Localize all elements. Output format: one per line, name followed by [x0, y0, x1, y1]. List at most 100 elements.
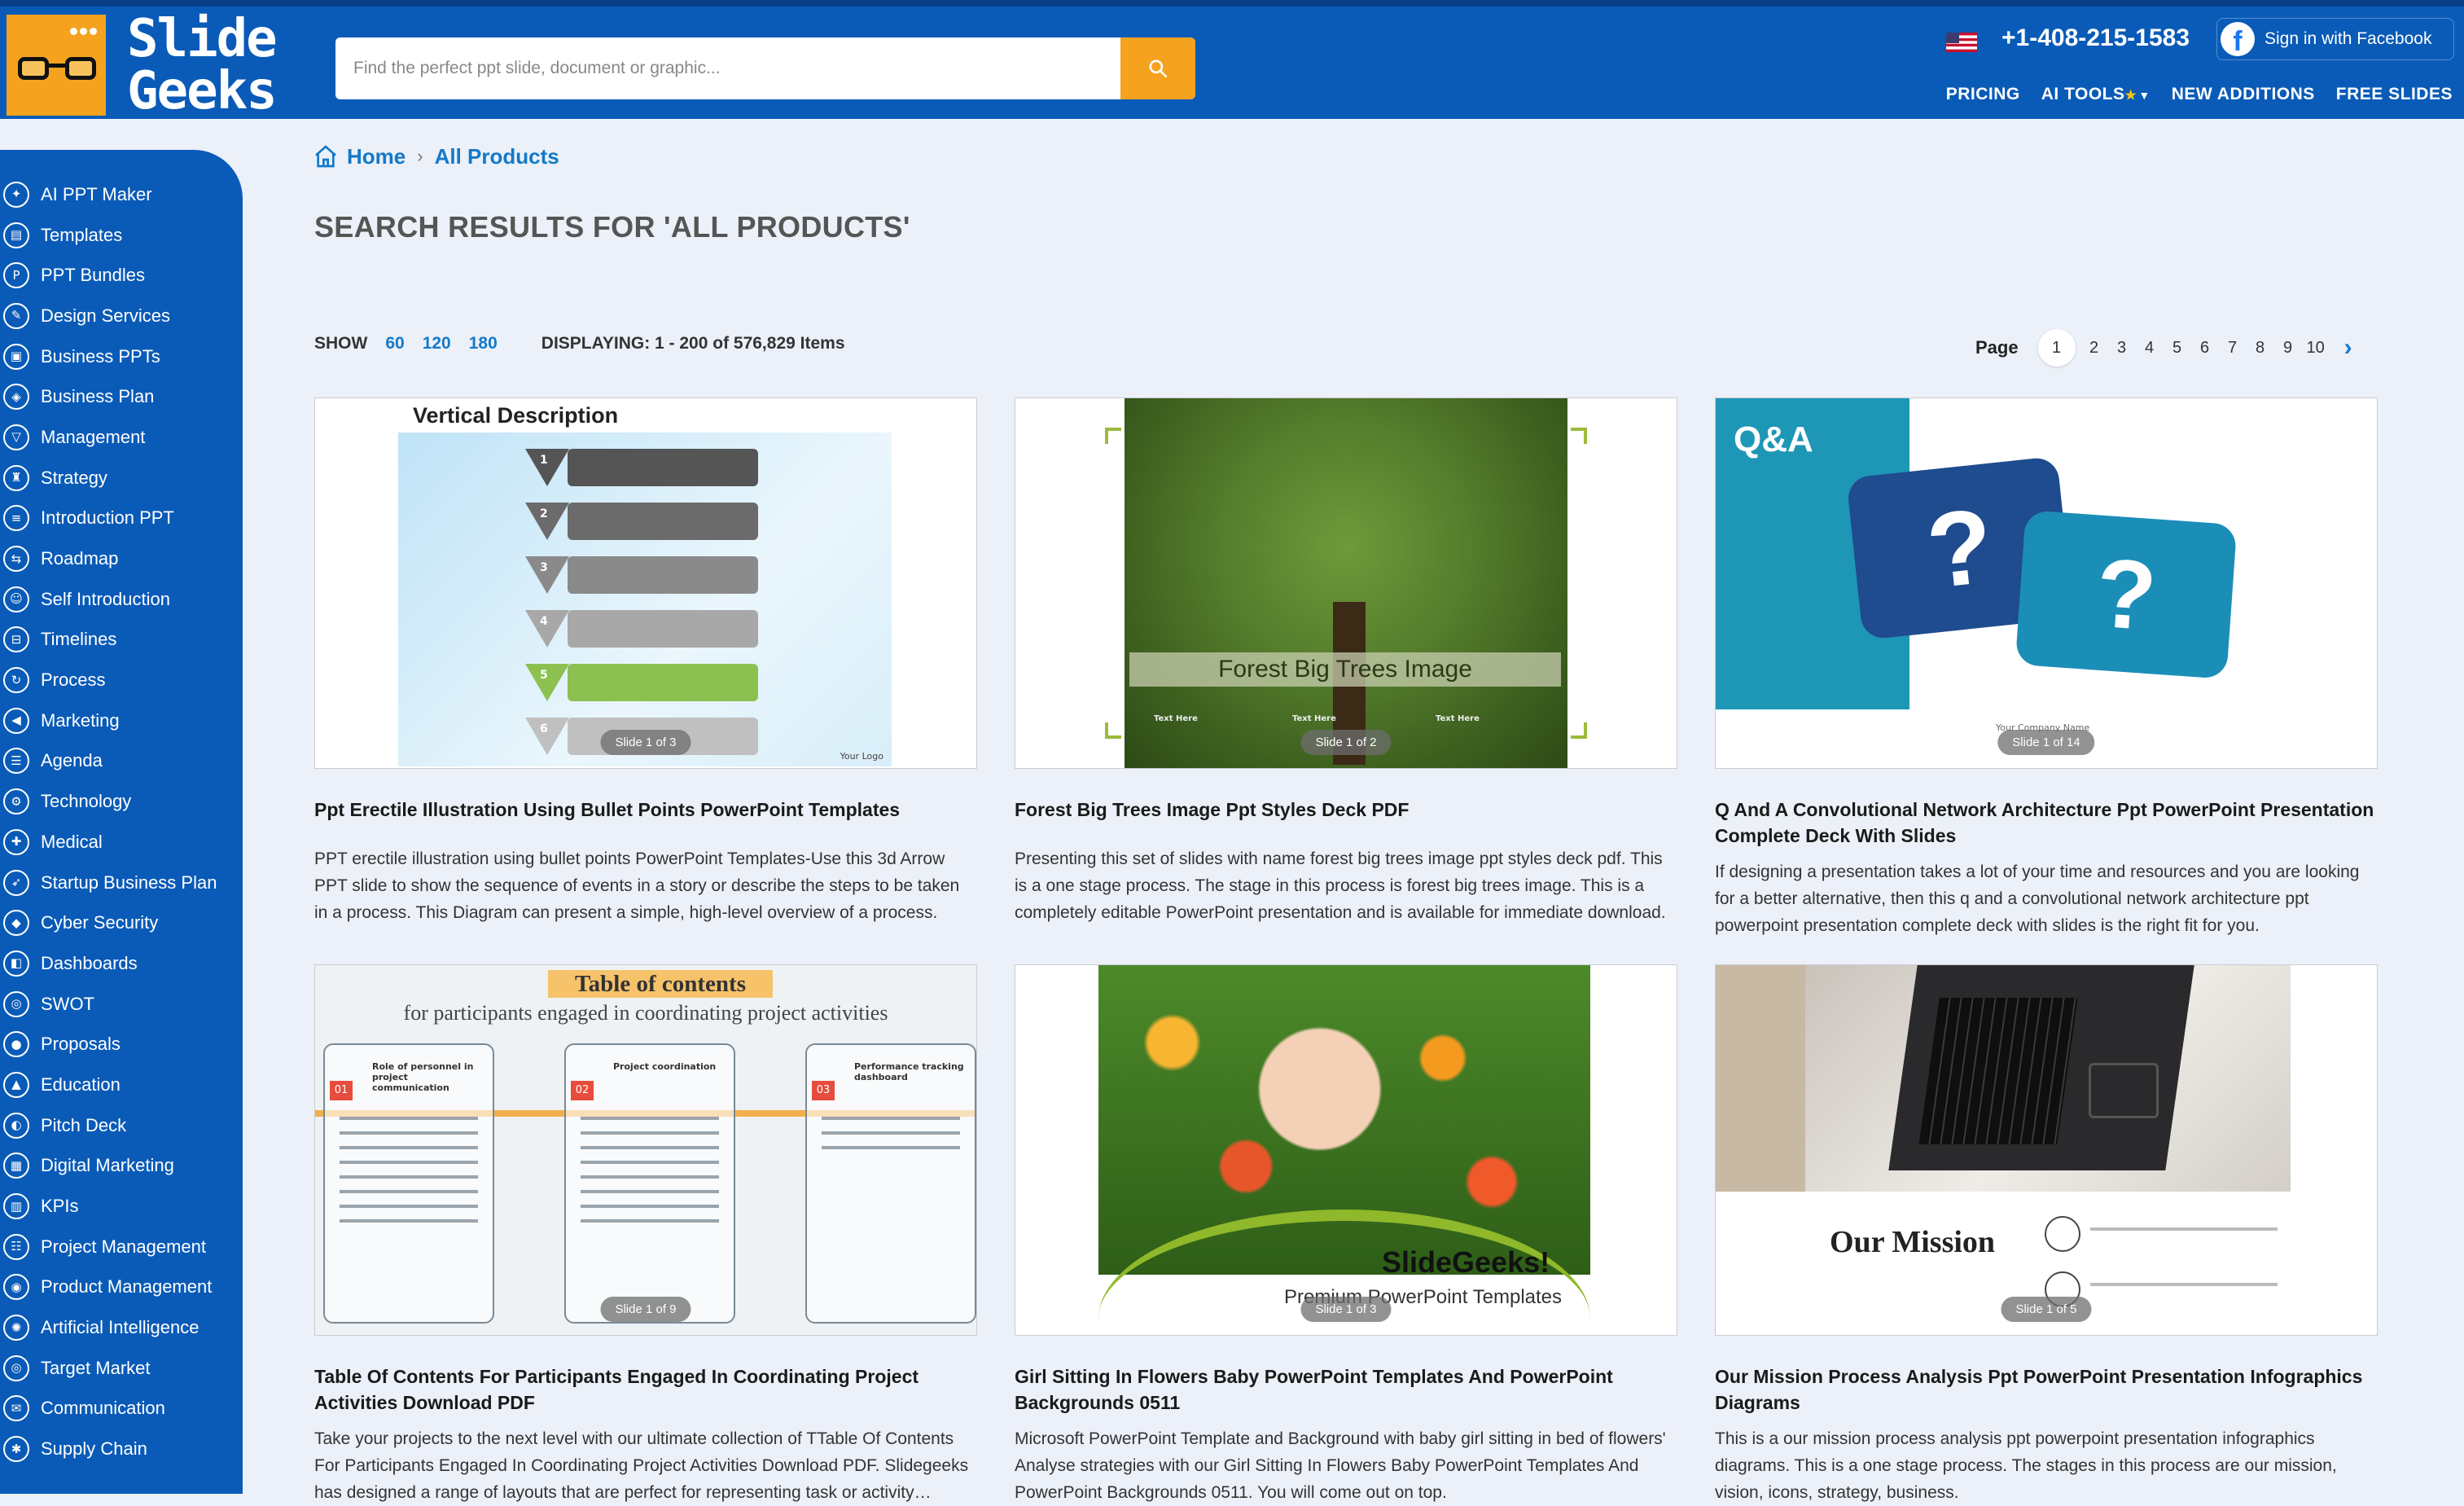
sidebar-item[interactable]: ☰ Agenda	[0, 741, 217, 782]
show-option-180[interactable]: 180	[469, 334, 498, 353]
product-thumbnail[interactable]: Vertical Description 1 2 3 4 5 6 Your Logo Sl…	[314, 397, 977, 769]
thumb-heading: Q&A	[1734, 419, 1813, 459]
sidebar-item[interactable]: ◎ Target Market	[0, 1348, 217, 1389]
category-list: ✦ AI PPT Maker ▤ Templates P PPT Bundles ✎ Desi…	[0, 174, 217, 1469]
search-button[interactable]	[1120, 37, 1195, 99]
sidebar-item[interactable]: ✺ Artificial Intelligence	[0, 1307, 217, 1348]
timeline-icon: ⊟	[3, 626, 29, 653]
product-thumbnail[interactable]: Our Mission Slide 1 of 5	[1715, 964, 2378, 1336]
nav-pricing[interactable]: PRICING	[1946, 85, 2020, 104]
product-title[interactable]: Forest Big Trees Image Ppt Styles Deck P…	[1015, 797, 1677, 823]
sidebar-item[interactable]: ⇆ Roadmap	[0, 538, 217, 579]
ai-icon: ✦	[3, 181, 29, 208]
rocket-icon: ➶	[3, 869, 29, 896]
sidebar-item-label: Timelines	[41, 629, 117, 650]
kpi-icon: ▥	[3, 1193, 29, 1220]
product-thumbnail[interactable]: SlideGeeks! Premium PowerPoint Templates…	[1015, 964, 1677, 1336]
page-number[interactable]: 2	[2080, 339, 2108, 358]
sidebar-item[interactable]: ◧ Dashboards	[0, 943, 217, 984]
nav-free-slides[interactable]: FREE SLIDES	[2336, 85, 2453, 104]
sidebar-item[interactable]: ◉ Product Management	[0, 1267, 217, 1308]
slide-count-badge: Slide 1 of 14	[1997, 730, 2095, 755]
logo-glasses-icon[interactable]	[7, 15, 106, 116]
step-number: 2	[540, 507, 548, 520]
product-thumbnail[interactable]: Q&A ? ? Your Company Name Slide 1 of 14	[1715, 397, 2378, 769]
sidebar-item[interactable]: ✱ Supply Chain	[0, 1429, 217, 1469]
sidebar-item[interactable]: ◀ Marketing	[0, 700, 217, 741]
page-number[interactable]: 6	[2191, 339, 2219, 358]
facebook-icon: f	[2221, 22, 2255, 56]
page-number[interactable]: 9	[2274, 339, 2302, 358]
sidebar-item[interactable]: ✦ AI PPT Maker	[0, 174, 217, 215]
page-number[interactable]: 3	[2108, 339, 2136, 358]
chevron-right-icon[interactable]: ›	[2344, 334, 2352, 362]
strategy-icon: ♜	[3, 464, 29, 491]
page-number[interactable]: 10	[2302, 339, 2330, 358]
facebook-signin-button[interactable]: f Sign in with Facebook	[2216, 18, 2454, 60]
product-title[interactable]: Q And A Convolutional Network Architectu…	[1715, 797, 2378, 849]
sidebar-item[interactable]: ⚙ Technology	[0, 781, 217, 822]
product-description: Take your projects to the next level wit…	[314, 1429, 969, 1502]
page-number[interactable]: 7	[2219, 339, 2247, 358]
sidebar-item[interactable]: ☷ Project Management	[0, 1227, 217, 1267]
breadcrumb-home[interactable]: Home	[347, 144, 406, 169]
sidebar-item[interactable]: ☺ Self Introduction	[0, 579, 217, 620]
sidebar-item[interactable]: ✉ Communication	[0, 1389, 217, 1429]
sidebar-item[interactable]: ◈ Business Plan	[0, 376, 217, 417]
product-title[interactable]: Girl Sitting In Flowers Baby PowerPoint …	[1015, 1363, 1677, 1416]
top-nav: PRICING AI TOOLS★ ▼ NEW ADDITIONS FREE SL…	[1946, 85, 2453, 104]
shield-icon: ◆	[3, 910, 29, 937]
pagination: Page 1 2 3 4 5 6 7 8 9 10 ›	[1975, 329, 2352, 367]
product-thumbnail[interactable]: Forest Big Trees Image Text Here Text He…	[1015, 397, 1677, 769]
product-title[interactable]: Table Of Contents For Participants Engag…	[314, 1363, 977, 1416]
show-option-120[interactable]: 120	[423, 334, 451, 353]
toc-heading: Performance tracking dashboard	[854, 1061, 964, 1082]
product-card: Forest Big Trees Image Text Here Text He…	[1015, 397, 1677, 926]
sidebar-item[interactable]: ▥ KPIs	[0, 1186, 217, 1227]
logo-text[interactable]: Slide Geeks	[127, 13, 278, 117]
sidebar-item[interactable]: P PPT Bundles	[0, 255, 217, 296]
sidebar-item[interactable]: ⊟ Timelines	[0, 620, 217, 661]
thumb-band: Table of contents	[548, 970, 773, 998]
product-icon: ◉	[3, 1274, 29, 1301]
sidebar-item[interactable]: ✚ Medical	[0, 822, 217, 863]
step-number: 6	[540, 722, 548, 735]
digital-icon: ▦	[3, 1153, 29, 1179]
sidebar-item[interactable]: ▤ Templates	[0, 215, 217, 256]
sidebar-item-label: Design Services	[41, 305, 170, 326]
phone-number[interactable]: +1-408-215-1583	[2001, 24, 2190, 52]
product-thumbnail[interactable]: Table of contents for participants engag…	[314, 964, 977, 1336]
sidebar-item[interactable]: ▽ Management	[0, 417, 217, 458]
nav-new-additions[interactable]: NEW ADDITIONS	[2172, 85, 2315, 104]
sidebar-item[interactable]: ✎ Design Services	[0, 296, 217, 336]
dashboard-icon: ◧	[3, 950, 29, 977]
breadcrumb-current[interactable]: All Products	[435, 144, 559, 169]
sidebar-item-label: Dashboards	[41, 952, 138, 973]
nav-ai-tools[interactable]: AI TOOLS★ ▼	[2041, 85, 2151, 104]
page-number[interactable]: 4	[2136, 339, 2164, 358]
product-card: Our Mission Slide 1 of 5 Our Mission Pro…	[1715, 964, 2378, 1506]
sidebar-item[interactable]: ▲ Education	[0, 1065, 217, 1105]
page-number[interactable]: 5	[2164, 339, 2191, 358]
home-icon[interactable]	[313, 143, 339, 169]
sidebar-item[interactable]: ↻ Process	[0, 660, 217, 700]
slide-count-badge: Slide 1 of 3	[600, 730, 691, 755]
sidebar-item[interactable]: ◎ SWOT	[0, 984, 217, 1025]
product-title[interactable]: Our Mission Process Analysis Ppt PowerPo…	[1715, 1363, 2378, 1416]
page-number[interactable]: 8	[2247, 339, 2274, 358]
process-icon: ↻	[3, 667, 29, 694]
sidebar-item[interactable]: ▣ Business PPTs	[0, 336, 217, 377]
sidebar-item[interactable]: ♜ Strategy	[0, 458, 217, 498]
sidebar-item[interactable]: ≡ Introduction PPT	[0, 498, 217, 539]
sidebar-item[interactable]: ▦ Digital Marketing	[0, 1146, 217, 1187]
sidebar-item[interactable]: ◐ Pitch Deck	[0, 1105, 217, 1146]
sidebar-item[interactable]: ◆ Cyber Security	[0, 902, 217, 943]
sidebar-item[interactable]: ● Proposals	[0, 1024, 217, 1065]
show-option-60[interactable]: 60	[385, 334, 404, 353]
project-icon: ☷	[3, 1233, 29, 1260]
page-number[interactable]: 1	[2037, 329, 2076, 367]
search-input[interactable]	[335, 37, 1120, 99]
sidebar-item[interactable]: ➶ Startup Business Plan	[0, 863, 217, 903]
product-title[interactable]: Ppt Erectile Illustration Using Bullet P…	[314, 797, 977, 823]
us-flag-icon	[1946, 33, 1977, 52]
